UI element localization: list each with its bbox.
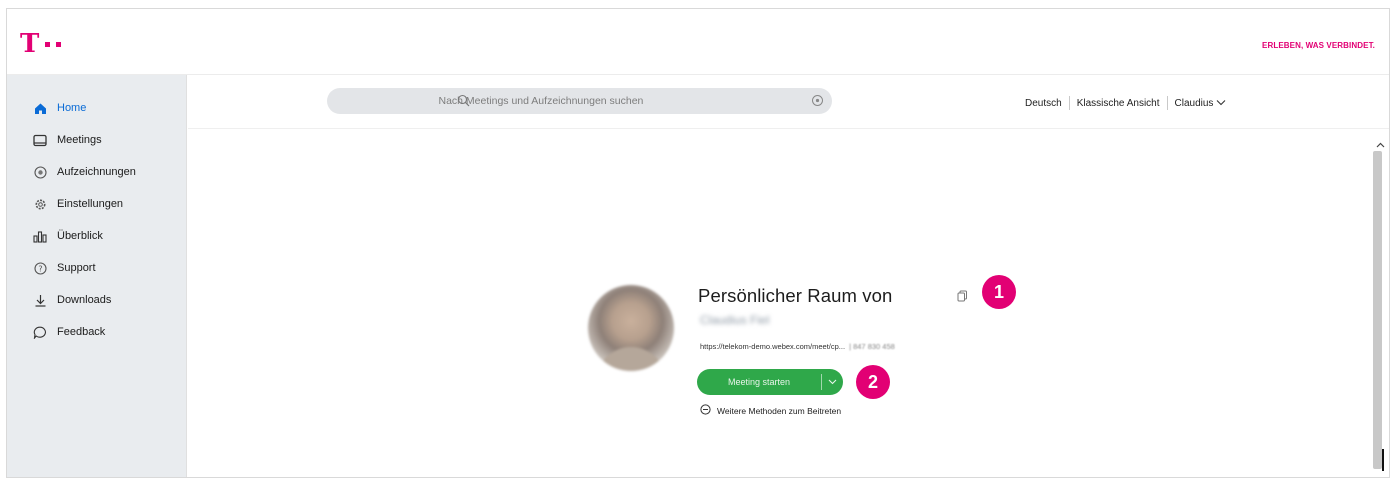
more-methods-label: Weitere Methoden zum Beitreten xyxy=(717,405,842,416)
room-link[interactable]: https://telekom-demo.webex.com/meet/cp..… xyxy=(700,342,845,351)
sidebar-item-label: Downloads xyxy=(57,294,112,306)
sidebar-item-support[interactable]: ? Support xyxy=(33,257,96,279)
room-title: Persönlicher Raum von xyxy=(698,285,893,306)
user-name: Claudius xyxy=(1174,97,1214,109)
browser-frame: T ERLEBEN, WAS VERBINDET. Home Meetings … xyxy=(6,8,1390,478)
copy-icon[interactable] xyxy=(957,289,968,307)
more-join-methods[interactable]: Weitere Methoden zum Beitreten xyxy=(700,404,841,417)
sidebar-item-label: Home xyxy=(57,102,87,114)
chevron-down-icon xyxy=(1216,98,1226,109)
help-icon: ? xyxy=(33,261,47,275)
sidebar-item-label: Feedback xyxy=(57,326,106,338)
room-owner-name: Claudius Fiel xyxy=(700,313,770,327)
clear-search-icon[interactable] xyxy=(811,94,824,112)
download-icon xyxy=(33,293,47,307)
avatar xyxy=(588,285,674,371)
brand-bar: T ERLEBEN, WAS VERBINDET. xyxy=(7,9,1389,75)
language-link[interactable]: Deutsch xyxy=(1025,98,1062,109)
room-number: | 847 830 458 xyxy=(849,342,895,351)
divider xyxy=(1068,96,1070,110)
step-marker-1: 1 xyxy=(982,275,1016,309)
header-links: Deutsch Klassische Ansicht Claudius xyxy=(1025,96,1226,110)
scroll-up-icon[interactable] xyxy=(1376,139,1385,151)
recording-icon xyxy=(33,165,47,179)
sidebar-item-label: Aufzeichnungen xyxy=(57,166,136,178)
scrollbar-end xyxy=(1382,449,1384,471)
gear-icon xyxy=(33,197,47,211)
scrollbar[interactable] xyxy=(1373,151,1382,469)
sidebar-item-label: Überblick xyxy=(57,230,103,242)
brand-slogan: ERLEBEN, WAS VERBINDET. xyxy=(1262,41,1375,50)
search-icon xyxy=(457,94,470,112)
svg-text:?: ? xyxy=(38,264,42,273)
sidebar: Home Meetings Aufzeichnungen Einstellung… xyxy=(7,75,187,477)
sidebar-item-downloads[interactable]: Downloads xyxy=(33,289,111,311)
step-marker-2: 2 xyxy=(856,365,890,399)
sidebar-item-overview[interactable]: Überblick xyxy=(33,225,103,247)
calendar-icon xyxy=(33,133,47,147)
divider xyxy=(1166,96,1168,110)
sidebar-item-recordings[interactable]: Aufzeichnungen xyxy=(33,161,136,183)
logo-letter: T xyxy=(20,29,40,59)
chevron-down-icon[interactable] xyxy=(822,379,843,385)
home-icon xyxy=(33,101,47,115)
start-meeting-button[interactable]: Meeting starten xyxy=(697,369,843,395)
classic-view-link[interactable]: Klassische Ansicht xyxy=(1077,98,1160,109)
avatar-shoulders xyxy=(596,347,666,371)
sidebar-item-label: Einstellungen xyxy=(57,198,124,210)
start-meeting-label: Meeting starten xyxy=(727,377,791,387)
sidebar-item-home[interactable]: Home xyxy=(33,97,86,119)
logo-dot xyxy=(45,41,51,47)
telekom-logo[interactable]: T xyxy=(20,29,62,59)
search-bar[interactable] xyxy=(327,88,832,114)
minus-circle-icon xyxy=(700,404,711,417)
sidebar-item-feedback[interactable]: Feedback xyxy=(33,321,105,343)
feedback-icon xyxy=(33,325,47,339)
header: Deutsch Klassische Ansicht Claudius xyxy=(188,75,1389,129)
sidebar-item-meetings[interactable]: Meetings xyxy=(33,129,102,151)
logo-dot xyxy=(56,41,62,47)
sidebar-item-label: Meetings xyxy=(57,134,102,146)
sidebar-item-settings[interactable]: Einstellungen xyxy=(33,193,123,215)
user-menu[interactable]: Claudius xyxy=(1175,98,1227,109)
search-input[interactable] xyxy=(438,95,739,107)
sidebar-item-label: Support xyxy=(57,262,96,274)
room-link-row: https://telekom-demo.webex.com/meet/cp..… xyxy=(700,342,895,351)
chart-icon xyxy=(33,229,47,243)
